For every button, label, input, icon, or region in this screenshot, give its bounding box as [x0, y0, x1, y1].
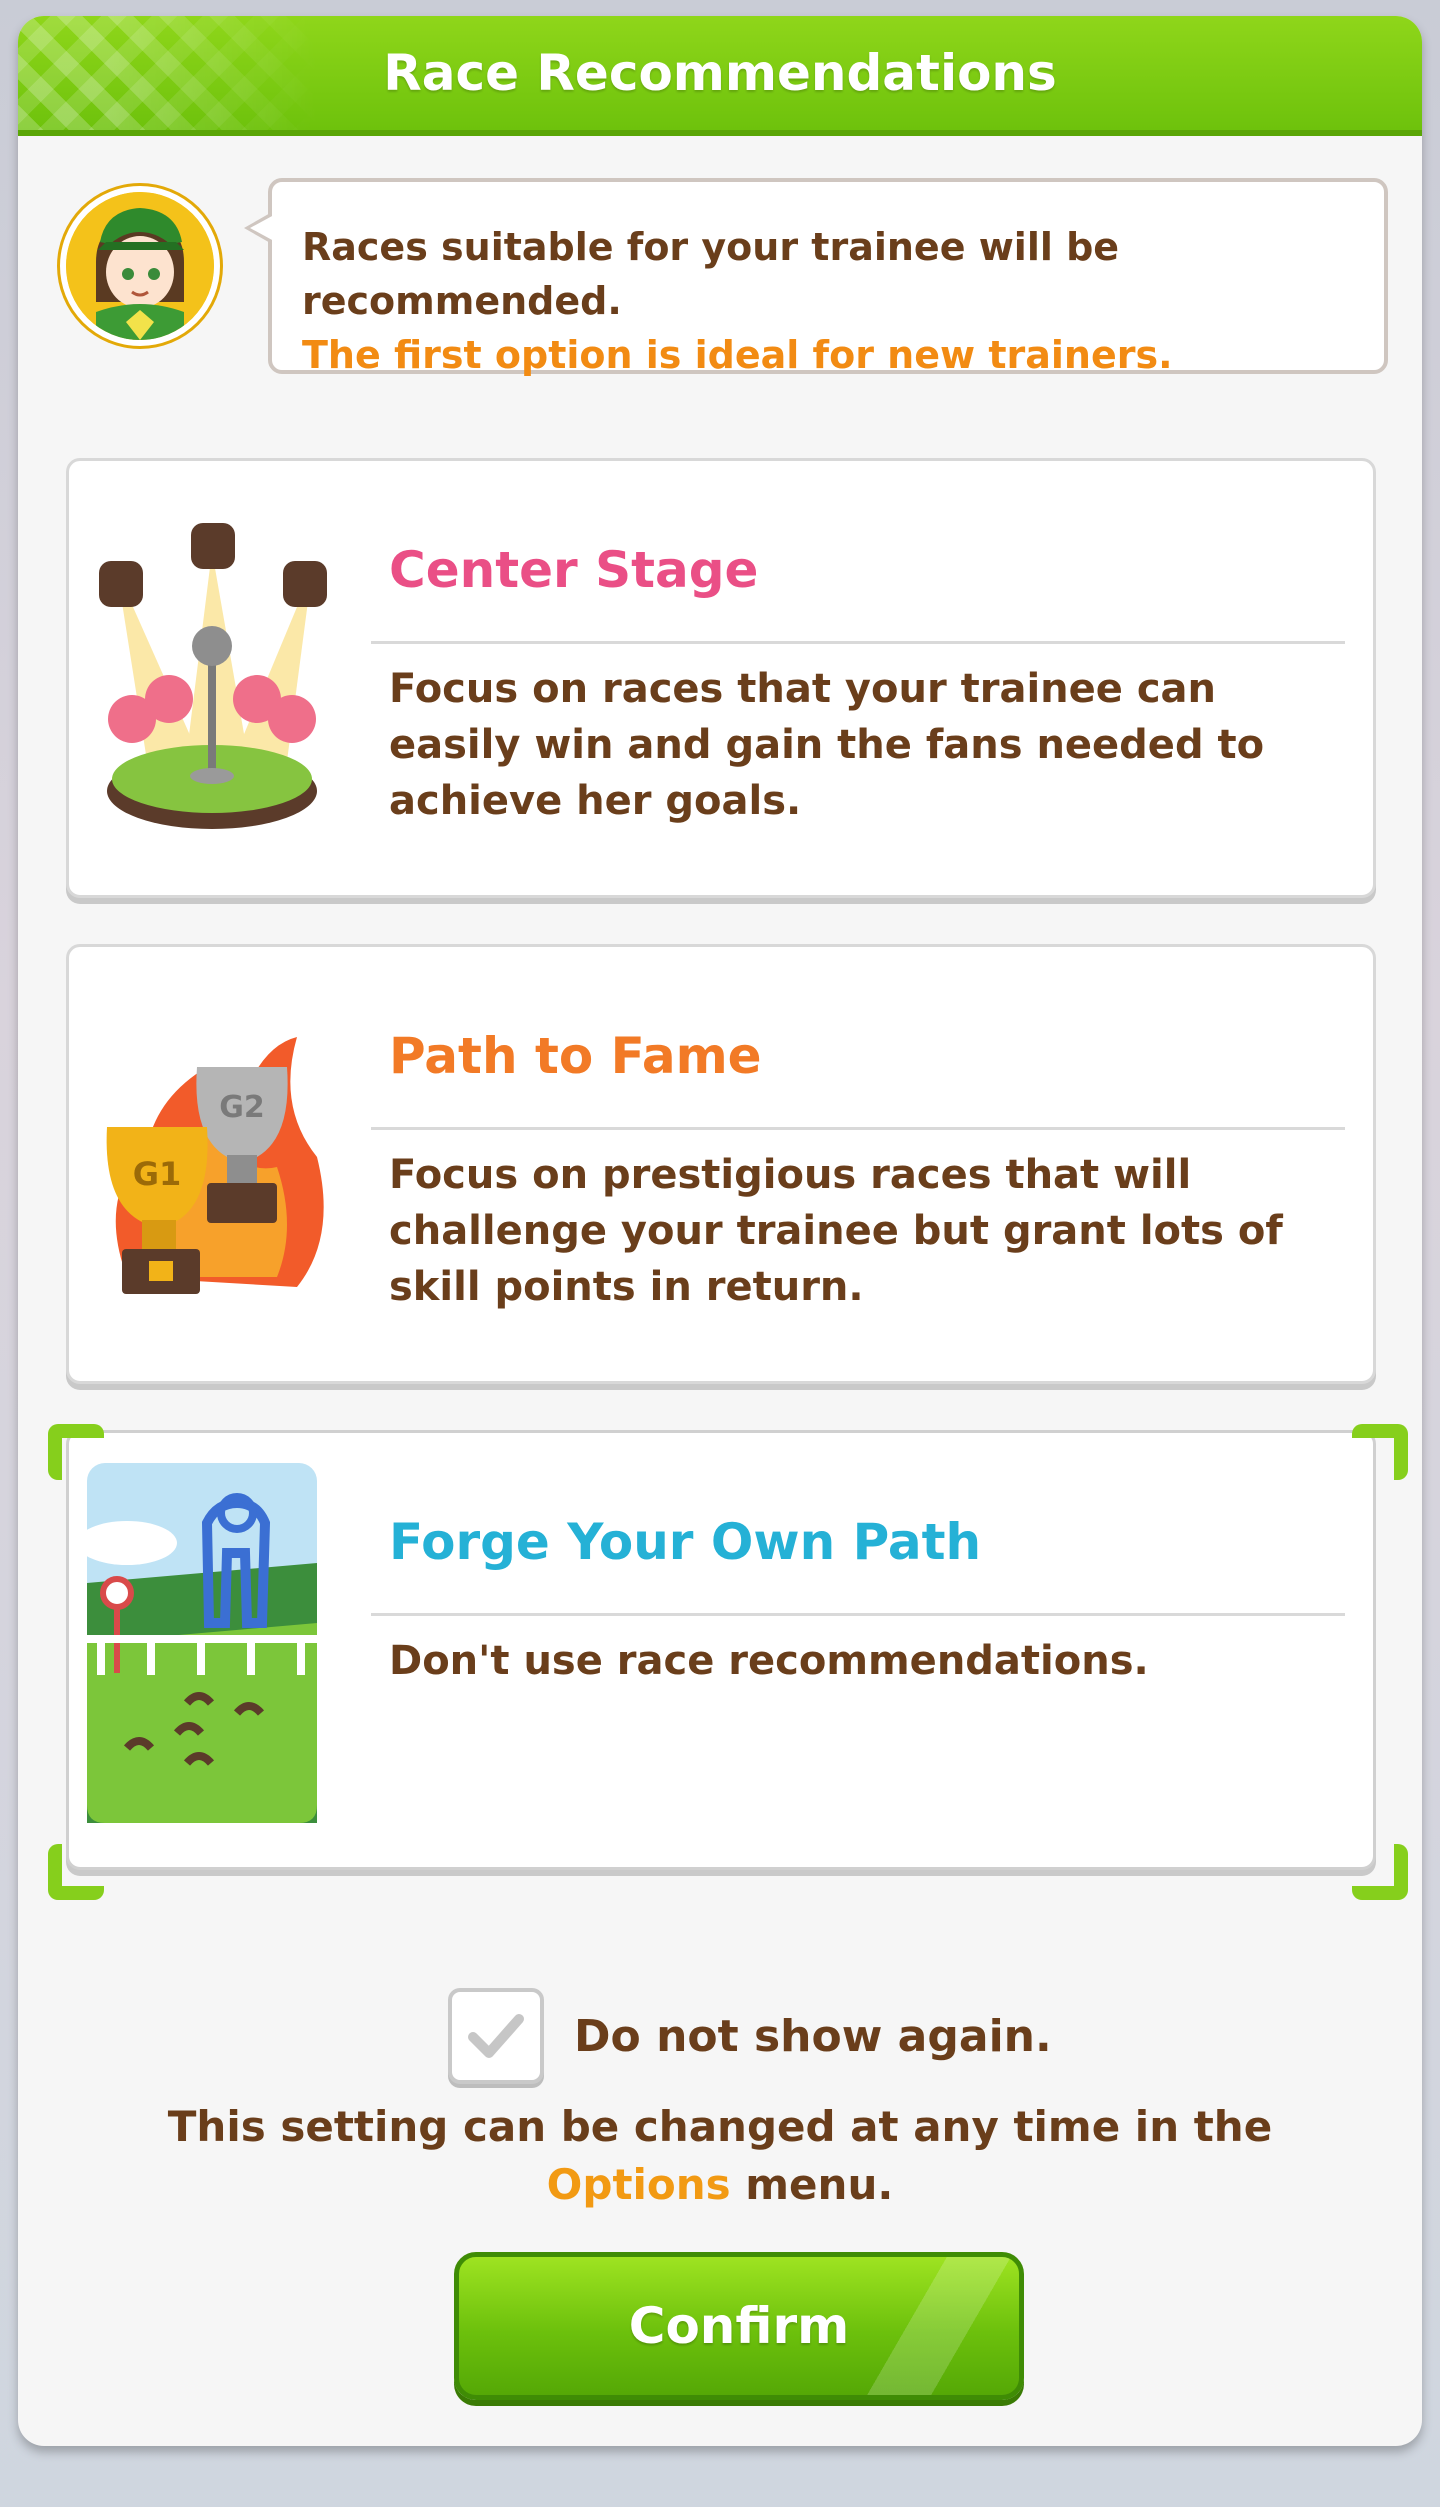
option-path-to-fame[interactable]: G2 G1 Path to Fame Focus on prestigious … — [66, 944, 1376, 1384]
option-forge-your-own-path[interactable]: Forge Your Own Path Don't use race recom… — [66, 1430, 1376, 1870]
option-description: Don't use race recommendations. — [389, 1638, 1149, 1684]
dialog-title: Race Recommendations — [383, 44, 1057, 102]
trainer-avatar — [60, 186, 220, 346]
settings-note: This setting can be changed at any time … — [78, 2098, 1362, 2214]
checkmark-icon — [468, 2014, 524, 2058]
do-not-show-again-label: Do not show again. — [574, 2010, 1052, 2062]
racetrack-icon — [77, 1463, 337, 1823]
option-description: Focus on prestigious races that will cha… — [389, 1152, 1283, 1310]
hint-speech-bubble: Races suitable for your trainee will be … — [244, 178, 1388, 377]
option-title: Center Stage — [389, 541, 759, 599]
option-center-stage[interactable]: Center Stage Focus on races that your tr… — [66, 458, 1376, 898]
trainer-avatar-icon — [66, 192, 214, 340]
selection-corner-bottom-left — [48, 1844, 104, 1900]
race-recommendations-dialog: Race Recommendations Races suitable for … — [18, 16, 1422, 2446]
selection-corner-top-right — [1352, 1424, 1408, 1480]
divider — [371, 641, 1345, 644]
options-link: Options — [546, 2160, 731, 2209]
divider — [371, 1613, 1345, 1616]
hint-line-1: Races suitable for your trainee will be … — [302, 225, 1120, 323]
selection-corner-bottom-right — [1352, 1844, 1408, 1900]
confirm-button-label: Confirm — [628, 2297, 850, 2355]
option-description: Focus on races that your trainee can eas… — [389, 666, 1265, 824]
dialog-header: Race Recommendations — [18, 16, 1422, 136]
do-not-show-again-checkbox[interactable] — [448, 1988, 544, 2084]
option-title: Path to Fame — [389, 1027, 762, 1085]
trophies-icon: G2 G1 — [87, 977, 337, 1337]
g1-badge: G1 — [133, 1155, 182, 1193]
spotlight-stage-icon — [87, 491, 337, 851]
option-title: Forge Your Own Path — [389, 1513, 982, 1571]
divider — [371, 1127, 1345, 1130]
confirm-button[interactable]: Confirm — [454, 2252, 1024, 2400]
selection-corner-top-left — [48, 1424, 104, 1480]
g2-badge: G2 — [219, 1090, 265, 1125]
note-text-after: menu. — [730, 2160, 894, 2209]
note-text-before: This setting can be changed at any time … — [167, 2102, 1273, 2151]
do-not-show-again-row[interactable]: Do not show again. — [448, 1986, 1052, 2086]
hint-line-2: The first option is ideal for new traine… — [302, 333, 1173, 377]
